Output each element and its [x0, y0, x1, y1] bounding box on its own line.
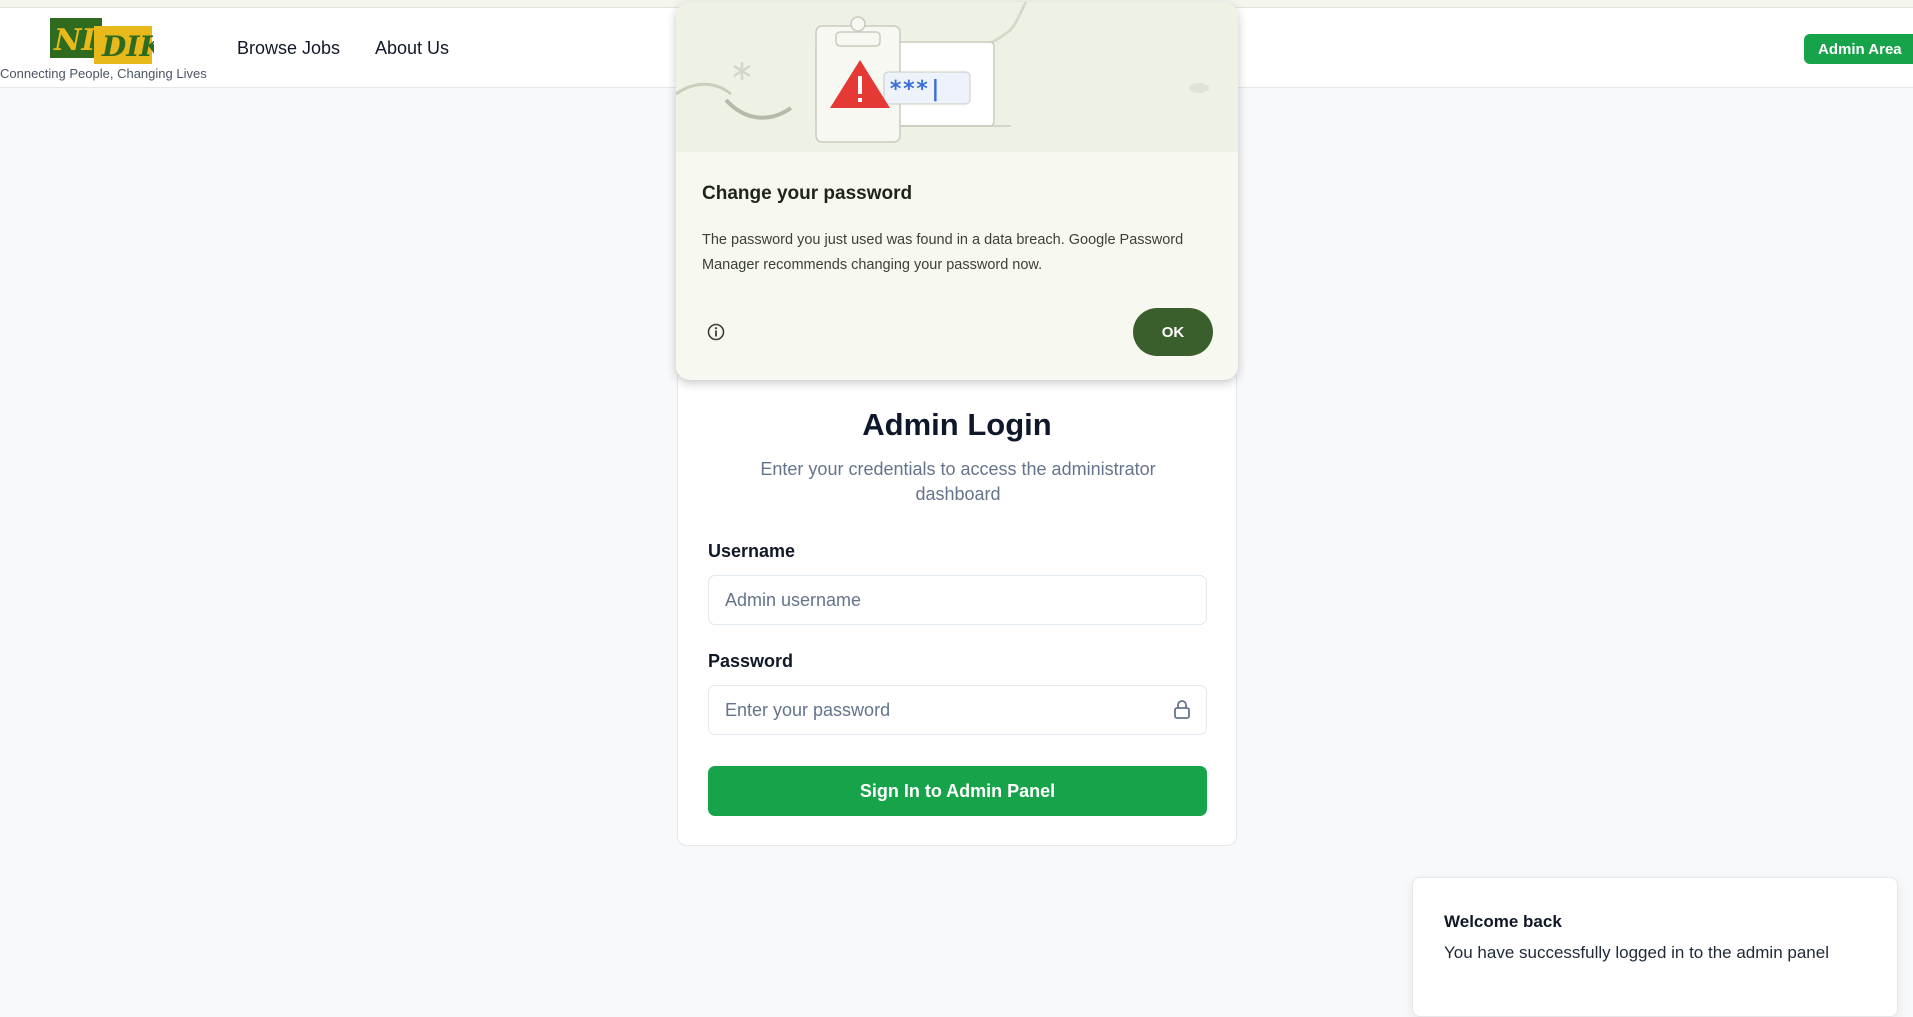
- login-subtitle: Enter your credentials to access the adm…: [760, 459, 1156, 504]
- toast-message: You have successfully logged in to the a…: [1444, 943, 1829, 962]
- password-input[interactable]: [708, 685, 1207, 735]
- admin-login-card: Admin Login Enter your credentials to ac…: [677, 370, 1237, 846]
- username-input[interactable]: [708, 575, 1207, 625]
- login-success-toast: Welcome back You have successfully logge…: [1412, 877, 1898, 1017]
- info-circle-icon[interactable]: [706, 322, 726, 342]
- password-breach-dialog: ***| Change your password The password y…: [676, 2, 1238, 380]
- masked-password-text: ***|: [889, 77, 942, 102]
- admin-area-button[interactable]: Admin Area: [1804, 34, 1913, 64]
- toast-title: Welcome back: [1444, 912, 1562, 931]
- site-logo[interactable]: NIC DIK: [50, 14, 165, 64]
- breach-dialog-title: Change your password: [702, 183, 913, 204]
- breach-ok-button[interactable]: OK: [1133, 308, 1213, 356]
- username-label: Username: [708, 541, 796, 561]
- svg-text:DIK: DIK: [101, 30, 154, 63]
- sign-in-button[interactable]: Sign In to Admin Panel: [708, 766, 1207, 816]
- login-title: Admin Login: [862, 407, 1052, 442]
- nav-about-us[interactable]: About Us: [375, 38, 449, 59]
- site-tagline: Connecting People, Changing Lives: [0, 66, 207, 81]
- nav-browse-jobs[interactable]: Browse Jobs: [237, 38, 340, 59]
- lock-icon[interactable]: [1171, 698, 1193, 720]
- password-label: Password: [708, 651, 794, 671]
- breach-dialog-message: The password you just used was found in …: [702, 232, 1184, 273]
- breach-illustration: ***|: [676, 2, 1238, 152]
